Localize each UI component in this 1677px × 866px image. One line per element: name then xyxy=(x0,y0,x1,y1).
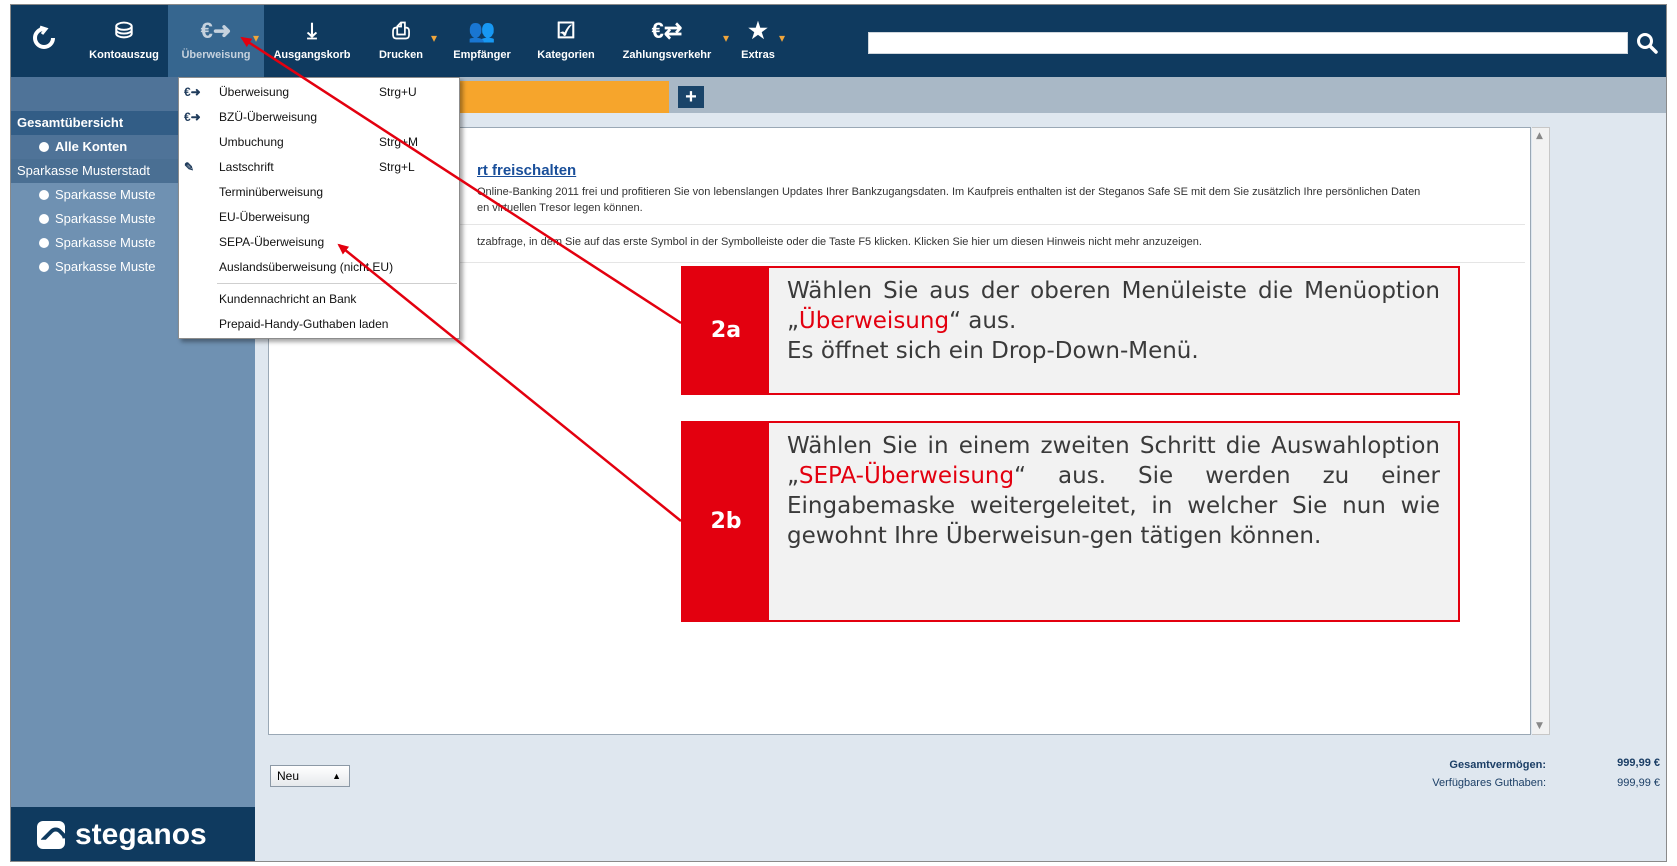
menu-item-kundennachricht[interactable]: Kundennachricht an Bank xyxy=(179,287,459,312)
toolbar-ausgangskorb[interactable]: ⤓ Ausgangskorb xyxy=(269,5,355,77)
add-tab-button[interactable]: + xyxy=(678,86,704,108)
menu-item-sepa-ueberweisung[interactable]: SEPA-Überweisung xyxy=(179,230,459,255)
euro-arrow-icon: €➜ xyxy=(184,85,201,99)
toolbar-kategorien[interactable]: ☑ Kategorien xyxy=(531,5,601,77)
bullet-icon xyxy=(39,214,49,224)
chevron-down-icon[interactable]: ▾ xyxy=(779,31,785,45)
callout-text: Wählen Sie aus der oberen Menüleiste die… xyxy=(787,278,1440,364)
total-label: Gesamtvermögen: xyxy=(1449,759,1546,771)
bullet-icon xyxy=(39,190,49,200)
notice-text: en virtuellen Tresor legen können. xyxy=(477,202,643,214)
menu-item-eu-ueberweisung[interactable]: EU-Überweisung xyxy=(179,205,459,230)
available-label: Verfügbares Guthaben: xyxy=(1432,777,1546,789)
transfer-dropdown-menu: €➜ Überweisung Strg+U €➜ BZÜ-Überweisung Um… xyxy=(178,77,460,339)
menu-item-prepaid[interactable]: Prepaid-Handy-Guthaben laden xyxy=(179,312,459,337)
activate-link[interactable]: rt freischalten xyxy=(477,162,576,179)
categories-icon: ☑ xyxy=(556,18,576,43)
refresh-icon xyxy=(33,25,55,49)
menu-item-auslandsueberweisung[interactable]: Auslandsüberweisung (nicht EU) xyxy=(179,255,459,280)
debit-icon: ✎ xyxy=(184,160,195,174)
notice-text: Online-Banking 2011 frei und profitieren… xyxy=(477,186,1421,198)
chevron-up-icon: ▲ xyxy=(332,771,341,781)
menu-item-terminueberweisung[interactable]: Terminüberweisung xyxy=(179,180,459,205)
euro-transfer-icon: €➜ xyxy=(200,18,232,43)
toolbar: ⛁ Kontoauszug €➜ Überweisung ▾ ⤓ Ausgang… xyxy=(11,5,1666,77)
tab-strip: + xyxy=(255,77,1666,113)
menu-item-lastschrift[interactable]: ✎ Lastschrift Strg+L xyxy=(179,155,459,180)
search-icon[interactable] xyxy=(1633,29,1661,57)
bullet-icon xyxy=(39,262,49,272)
menu-item-ueberweisung[interactable]: €➜ Überweisung Strg+U xyxy=(179,80,459,105)
footer: Neu ▲ Gesamtvermögen: 999,99 € Verfügbare… xyxy=(255,735,1666,861)
total-value: 999,99 € xyxy=(1617,757,1660,769)
notice-hint[interactable]: tzabfrage, in dem Sie auf das erste Symb… xyxy=(477,236,1202,248)
printer-icon: ⎙ xyxy=(392,18,410,43)
toolbar-kontoauszug[interactable]: ⛁ Kontoauszug xyxy=(81,5,167,77)
bullet-icon xyxy=(39,142,49,152)
euro-arrow-icon: €➜ xyxy=(184,110,201,124)
menu-separator xyxy=(217,283,457,284)
toolbar-drucken[interactable]: ⎙ Drucken xyxy=(371,5,431,77)
search-input[interactable] xyxy=(868,32,1628,54)
menu-item-umbuchung[interactable]: Umbuchung Strg+M xyxy=(179,130,459,155)
vertical-scrollbar[interactable]: ▲ ▼ xyxy=(1532,127,1550,735)
toolbar-zahlungsverkehr[interactable]: €⇄ Zahlungsverkehr xyxy=(615,5,719,77)
steganos-logo: steganos xyxy=(11,807,255,861)
callout-number: 2b xyxy=(683,423,769,620)
euro-exchange-icon: €⇄ xyxy=(651,18,683,43)
passbook-icon: ⛁ xyxy=(114,18,134,43)
chevron-down-icon[interactable]: ▾ xyxy=(431,31,437,45)
divider xyxy=(293,224,1525,225)
new-button[interactable]: Neu ▲ xyxy=(270,765,350,787)
refresh-button[interactable] xyxy=(19,5,69,77)
chevron-down-icon[interactable]: ▾ xyxy=(723,31,729,45)
callout-2a: 2a Wählen Sie aus der oberen Menüleiste … xyxy=(681,266,1460,395)
toolbar-extras[interactable]: ★ Extras xyxy=(733,5,783,77)
chevron-down-icon[interactable]: ▾ xyxy=(253,31,259,45)
callout-text: Wählen Sie in einem zweiten Schritt die … xyxy=(787,433,1440,549)
scroll-up-icon[interactable]: ▲ xyxy=(1536,131,1543,141)
steganos-logo-icon xyxy=(37,821,65,849)
bullet-icon xyxy=(39,238,49,248)
star-icon: ★ xyxy=(748,18,768,43)
callout-number: 2a xyxy=(683,268,769,393)
outbox-icon: ⤓ xyxy=(307,18,317,43)
scroll-down-icon[interactable]: ▼ xyxy=(1536,721,1543,731)
menu-item-bzue-ueberweisung[interactable]: €➜ BZÜ-Überweisung xyxy=(179,105,459,130)
toolbar-empfaenger[interactable]: 👥 Empfänger xyxy=(447,5,517,77)
callout-2b: 2b Wählen Sie in einem zweiten Schritt d… xyxy=(681,421,1460,622)
divider xyxy=(293,262,1525,263)
recipients-icon: 👥 xyxy=(468,18,496,43)
toolbar-ueberweisung[interactable]: €➜ Überweisung xyxy=(168,5,264,77)
available-value: 999,99 € xyxy=(1617,777,1660,789)
